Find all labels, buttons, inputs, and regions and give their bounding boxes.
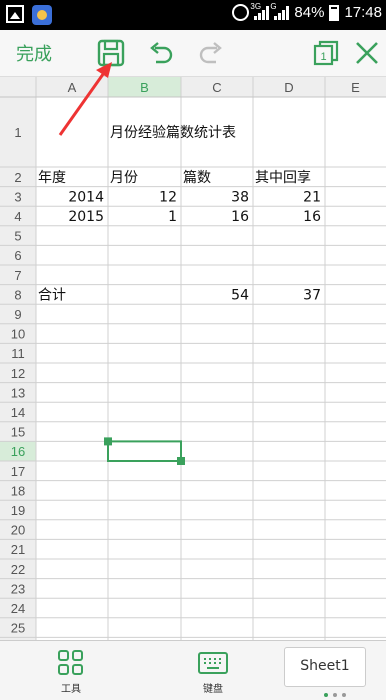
column-header-c[interactable]: C xyxy=(212,80,221,95)
status-bar: 3G G 84% 17:48 xyxy=(0,0,386,30)
row-header-21[interactable]: 21 xyxy=(11,542,25,557)
bottom-bar: 工具 键盘 Sheet1 xyxy=(0,640,386,700)
clock: 17:48 xyxy=(344,4,382,21)
row-header-5[interactable]: 5 xyxy=(14,229,21,244)
header-cell[interactable]: 年度 xyxy=(38,170,66,186)
window-switch-icon[interactable]: 1 xyxy=(311,38,341,68)
header-cell[interactable]: 篇数 xyxy=(183,170,211,186)
row-header-24[interactable]: 24 xyxy=(11,601,25,616)
editor-toolbar: 完成 1 xyxy=(0,30,386,77)
row-header-23[interactable]: 23 xyxy=(11,581,25,596)
row-header-12[interactable]: 12 xyxy=(11,366,25,381)
row-header-19[interactable]: 19 xyxy=(11,503,25,518)
data-cell[interactable]: 2015 xyxy=(68,209,104,225)
sheet-title-cell[interactable]: 月份经验篇数统计表 xyxy=(110,125,236,141)
row-header-4[interactable]: 4 xyxy=(14,209,21,224)
row-header-8[interactable]: 8 xyxy=(14,287,21,302)
tools-icon xyxy=(58,650,83,675)
alarm-icon xyxy=(232,4,250,21)
keyboard-icon xyxy=(198,652,228,674)
row-header-15[interactable]: 15 xyxy=(11,425,25,440)
row-header-17[interactable]: 17 xyxy=(11,464,25,479)
data-cell[interactable]: 16 xyxy=(303,209,321,225)
battery-icon xyxy=(329,4,340,21)
row-header-20[interactable]: 20 xyxy=(11,523,25,538)
row-header-16[interactable]: 16 xyxy=(11,444,25,459)
column-header-e[interactable]: E xyxy=(351,80,360,95)
row-header-2[interactable]: 2 xyxy=(14,170,21,185)
row-header-14[interactable]: 14 xyxy=(11,405,25,420)
data-cell[interactable]: 16 xyxy=(231,209,249,225)
data-cell[interactable]: 38 xyxy=(231,189,249,205)
sheet-tab[interactable]: Sheet1 xyxy=(284,647,366,687)
spreadsheet-grid[interactable]: A B C D E12345678910111213141516171819202122… xyxy=(0,77,386,640)
save-icon[interactable] xyxy=(96,38,126,68)
row-header-11[interactable]: 11 xyxy=(11,346,25,361)
row-header-13[interactable]: 13 xyxy=(11,385,25,400)
header-cell[interactable]: 月份 xyxy=(110,170,138,186)
data-cell[interactable]: 2014 xyxy=(68,189,104,205)
column-header-d[interactable]: D xyxy=(284,80,293,95)
row-header-6[interactable]: 6 xyxy=(14,248,21,263)
total-value-cell[interactable]: 54 xyxy=(231,287,249,303)
svg-text:1: 1 xyxy=(320,51,326,63)
selected-cell[interactable] xyxy=(107,440,182,462)
selection-handle-bottom-right[interactable] xyxy=(177,457,185,465)
app-notification-icon xyxy=(32,5,52,25)
redo-icon[interactable] xyxy=(196,38,226,68)
data-cell[interactable]: 1 xyxy=(168,209,177,225)
row-header-18[interactable]: 18 xyxy=(11,483,25,498)
row-header-9[interactable]: 9 xyxy=(14,307,21,322)
column-header-bar xyxy=(0,77,386,97)
battery-level: 84% xyxy=(294,4,325,21)
page-indicator xyxy=(324,693,346,697)
header-cell[interactable]: 其中回享 xyxy=(255,169,311,186)
column-header-b[interactable]: B xyxy=(140,80,149,95)
row-header-10[interactable]: 10 xyxy=(11,327,25,342)
row-header-3[interactable]: 3 xyxy=(14,189,21,204)
undo-icon[interactable] xyxy=(146,38,176,68)
signal-icon-2: G xyxy=(270,2,290,20)
row-header-7[interactable]: 7 xyxy=(14,268,21,283)
keyboard-label: 键盘 xyxy=(203,684,223,695)
row-header-1[interactable]: 1 xyxy=(14,125,21,140)
tools-label: 工具 xyxy=(61,684,81,695)
row-header-25[interactable]: 25 xyxy=(11,621,25,636)
tools-button[interactable]: 工具 xyxy=(41,649,101,695)
column-header-a[interactable]: A xyxy=(68,80,77,95)
data-cell[interactable]: 21 xyxy=(303,189,321,205)
gallery-notification-icon xyxy=(6,5,24,23)
data-cell[interactable]: 12 xyxy=(159,189,177,205)
total-label-cell[interactable]: 合计 xyxy=(38,287,66,303)
keyboard-button[interactable]: 键盘 xyxy=(183,649,243,695)
done-button[interactable]: 完成 xyxy=(16,40,52,66)
total-value-cell[interactable]: 37 xyxy=(303,287,321,303)
row-header-22[interactable]: 22 xyxy=(11,562,25,577)
selection-handle-top-left[interactable] xyxy=(104,437,112,446)
signal-icon-1: 3G xyxy=(250,2,270,20)
close-icon[interactable] xyxy=(352,38,382,68)
